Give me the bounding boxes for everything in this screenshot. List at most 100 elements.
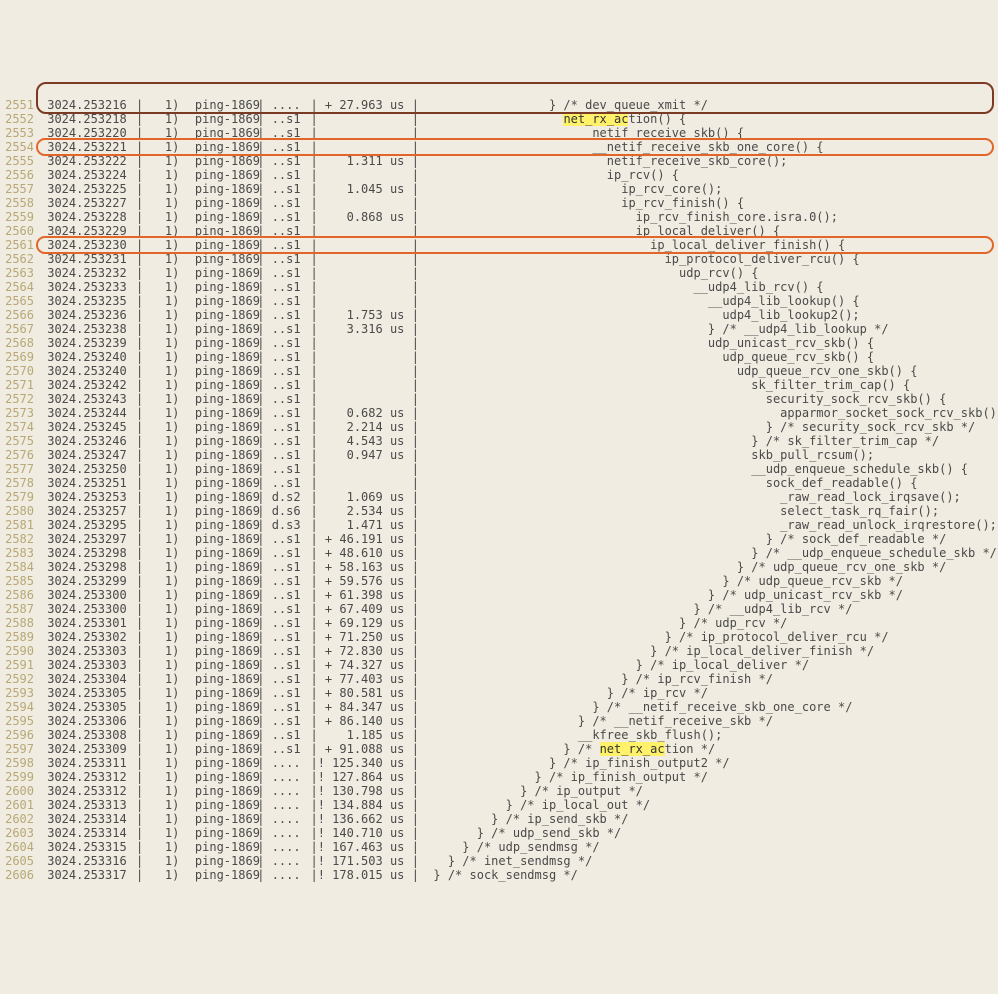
trace-row: 2559 3024.253228 | 1) ping-1869| ..s1 | … <box>0 210 998 224</box>
cpu-id: 1) <box>143 770 165 784</box>
timestamp: 3024.253244 <box>40 406 136 420</box>
line-number: 2574 <box>0 420 40 434</box>
process-name: ping-1869 <box>165 224 257 238</box>
cpu-id: 1) <box>143 826 165 840</box>
line-number: 2553 <box>0 126 40 140</box>
function-call: } /* ip_finish_output2 */ <box>419 756 998 770</box>
duration: 1.311 us <box>318 154 412 168</box>
duration <box>318 224 412 238</box>
line-number: 2568 <box>0 336 40 350</box>
irq-flags: ..s1 <box>264 672 310 686</box>
cpu-id: 1) <box>143 420 165 434</box>
timestamp: 3024.253240 <box>40 350 136 364</box>
irq-flags: ..s1 <box>264 532 310 546</box>
irq-flags: d.s2 <box>264 490 310 504</box>
timestamp: 3024.253300 <box>40 588 136 602</box>
line-number: 2593 <box>0 686 40 700</box>
timestamp: 3024.253216 <box>40 98 136 112</box>
cpu-id: 1) <box>143 504 165 518</box>
duration <box>318 196 412 210</box>
cpu-id: 1) <box>143 672 165 686</box>
timestamp: 3024.253245 <box>40 420 136 434</box>
function-call: } /* udp_queue_rcv_skb */ <box>419 574 998 588</box>
timestamp: 3024.253218 <box>40 112 136 126</box>
cpu-id: 1) <box>143 658 165 672</box>
irq-flags: ..s1 <box>264 238 310 252</box>
function-call: select_task_rq_fair(); <box>419 504 998 518</box>
function-call: _raw_read_lock_irqsave(); <box>419 490 998 504</box>
timestamp: 3024.253221 <box>40 140 136 154</box>
function-call: } /* ip_local_deliver */ <box>419 658 998 672</box>
line-number: 2605 <box>0 854 40 868</box>
function-call: ip_local_deliver_finish() { <box>419 238 998 252</box>
line-number: 2596 <box>0 728 40 742</box>
process-name: ping-1869 <box>165 616 257 630</box>
function-call: ip_rcv_core(); <box>419 182 998 196</box>
irq-flags: d.s3 <box>264 518 310 532</box>
process-name: ping-1869 <box>165 770 257 784</box>
process-name: ping-1869 <box>165 266 257 280</box>
line-number: 2555 <box>0 154 40 168</box>
trace-row: 2583 3024.253298 | 1) ping-1869| ..s1 | … <box>0 546 998 560</box>
duration <box>318 476 412 490</box>
timestamp: 3024.253298 <box>40 560 136 574</box>
cpu-id: 1) <box>143 630 165 644</box>
process-name: ping-1869 <box>165 154 257 168</box>
irq-flags: ..s1 <box>264 644 310 658</box>
duration <box>318 126 412 140</box>
duration: 2.214 us <box>318 420 412 434</box>
process-name: ping-1869 <box>165 574 257 588</box>
trace-row: 2575 3024.253246 | 1) ping-1869| ..s1 | … <box>0 434 998 448</box>
cpu-id: 1) <box>143 238 165 252</box>
process-name: ping-1869 <box>165 826 257 840</box>
timestamp: 3024.253251 <box>40 476 136 490</box>
trace-row: 2590 3024.253303 | 1) ping-1869| ..s1 | … <box>0 644 998 658</box>
function-call: ip_protocol_deliver_rcu() { <box>419 252 998 266</box>
irq-flags: ..s1 <box>264 686 310 700</box>
cpu-id: 1) <box>143 322 165 336</box>
process-name: ping-1869 <box>165 336 257 350</box>
cpu-id: 1) <box>143 546 165 560</box>
timestamp: 3024.253233 <box>40 280 136 294</box>
process-name: ping-1869 <box>165 420 257 434</box>
timestamp: 3024.253309 <box>40 742 136 756</box>
duration: 0.947 us <box>318 448 412 462</box>
line-number: 2563 <box>0 266 40 280</box>
cpu-id: 1) <box>143 574 165 588</box>
function-call: sk_filter_trim_cap() { <box>419 378 998 392</box>
function-call: } /* __netif_receive_skb */ <box>419 714 998 728</box>
function-call: __udp_enqueue_schedule_skb() { <box>419 462 998 476</box>
duration: + 61.398 us <box>318 588 412 602</box>
line-number: 2561 <box>0 238 40 252</box>
function-call: } /* __netif_receive_skb_one_core */ <box>419 700 998 714</box>
irq-flags: ..s1 <box>264 154 310 168</box>
timestamp: 3024.253257 <box>40 504 136 518</box>
irq-flags: ..s1 <box>264 252 310 266</box>
process-name: ping-1869 <box>165 630 257 644</box>
irq-flags: ..s1 <box>264 420 310 434</box>
cpu-id: 1) <box>143 784 165 798</box>
process-name: ping-1869 <box>165 560 257 574</box>
function-call: } /* security_sock_rcv_skb */ <box>419 420 998 434</box>
duration: ! 178.015 us <box>318 868 412 882</box>
function-call: } /* ip_output */ <box>419 784 998 798</box>
trace-row: 2587 3024.253300 | 1) ping-1869| ..s1 | … <box>0 602 998 616</box>
line-number: 2554 <box>0 140 40 154</box>
function-call: __udp4_lib_rcv() { <box>419 280 998 294</box>
line-number: 2589 <box>0 630 40 644</box>
line-number: 2587 <box>0 602 40 616</box>
duration: 1.753 us <box>318 308 412 322</box>
process-name: ping-1869 <box>165 126 257 140</box>
irq-flags: ..s1 <box>264 448 310 462</box>
function-call: udp_rcv() { <box>419 266 998 280</box>
process-name: ping-1869 <box>165 350 257 364</box>
process-name: ping-1869 <box>165 504 257 518</box>
trace-row: 2562 3024.253231 | 1) ping-1869| ..s1 | … <box>0 252 998 266</box>
function-call: ip_local_deliver() { <box>419 224 998 238</box>
search-highlight: net_rx_ac <box>563 112 628 126</box>
duration: + 69.129 us <box>318 616 412 630</box>
irq-flags: ..s1 <box>264 462 310 476</box>
timestamp: 3024.253302 <box>40 630 136 644</box>
cpu-id: 1) <box>143 812 165 826</box>
cpu-id: 1) <box>143 854 165 868</box>
